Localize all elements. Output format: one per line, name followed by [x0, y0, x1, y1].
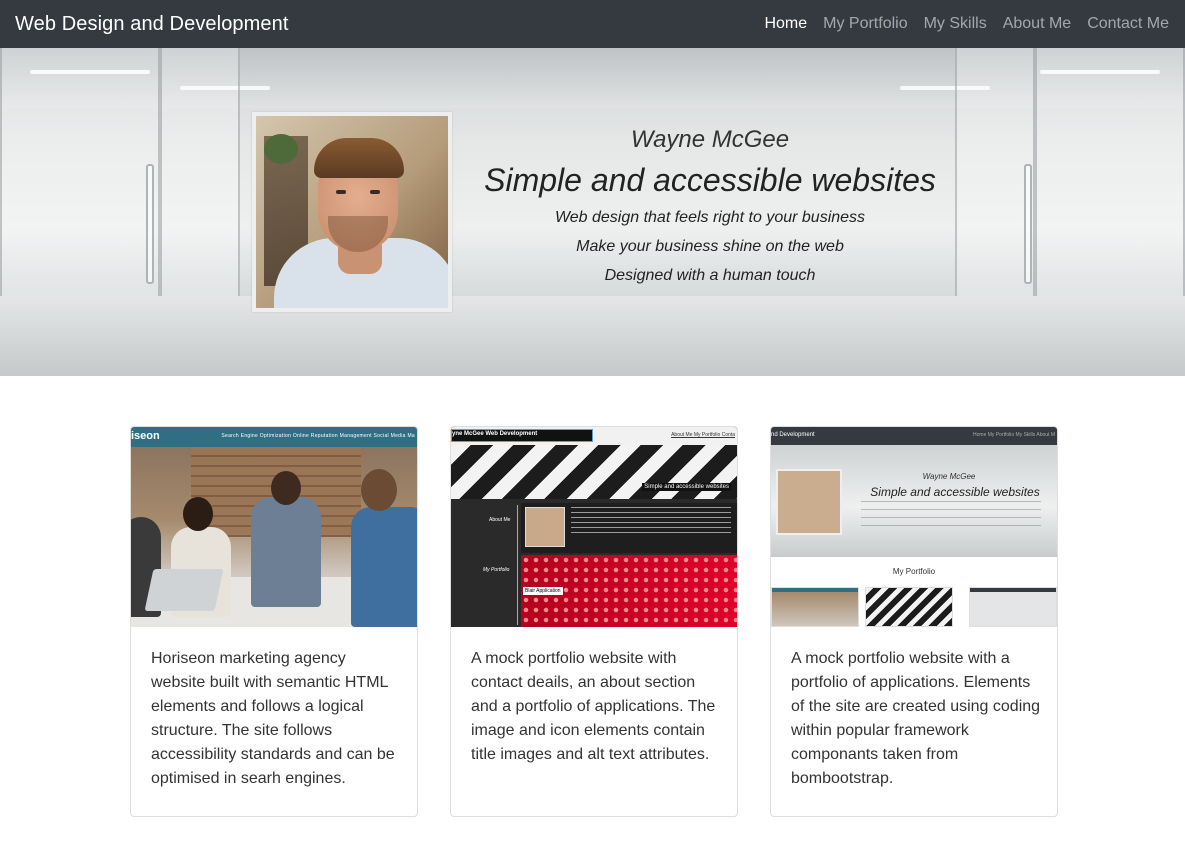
hero-name: Wayne McGee: [630, 126, 790, 153]
nav-link-home[interactable]: Home: [764, 15, 807, 33]
portfolio-card-horiseon: iseon Search Engine Optimization Online …: [130, 426, 418, 817]
hero-line: Make your business shine on the web: [576, 238, 844, 255]
portfolio-card-bootstrap-site: nd Development Home My Portfolio My Skil…: [770, 426, 1058, 817]
thumb-banner: Simple and accessible websites: [642, 483, 731, 491]
hero-floor: [0, 296, 1185, 376]
horiseon-logo-text: iseon: [131, 430, 160, 442]
hero-line: Designed with a human touch: [604, 267, 816, 284]
nav-links: Home My Portfolio My Skills About Me Con…: [748, 15, 1169, 33]
thumb-portfolio-label: My Portfolio: [483, 567, 510, 573]
door-handle: [146, 164, 154, 284]
thumb-name: Wayne McGee: [922, 472, 976, 481]
hero-tagline: Simple and accessible websites: [484, 162, 936, 198]
thumb-nav: About Me My Portfolio Conta: [671, 432, 735, 438]
nav-link-contact-me[interactable]: Contact Me: [1087, 15, 1169, 33]
card-description: A mock portfolio website with contact de…: [471, 650, 716, 763]
thumb-portfolio-title: My Portfolio: [892, 567, 936, 576]
thumb-app-label: Blair Application: [523, 587, 563, 595]
hero-banner: Wayne McGee Simple and accessible websit…: [0, 48, 1185, 376]
thumb-nav: Home My Portfolio My Skills About M: [973, 432, 1055, 438]
card-description: Horiseon marketing agency website built …: [151, 650, 395, 787]
nav-link-about-me[interactable]: About Me: [1003, 15, 1071, 33]
card-image-bootstrap-site[interactable]: nd Development Home My Portfolio My Skil…: [771, 427, 1057, 627]
horiseon-nav-text: Search Engine Optimization Online Reputa…: [221, 433, 415, 439]
nav-link-my-skills[interactable]: My Skills: [924, 15, 987, 33]
portfolio-card-mock-portfolio: yne McGee Web Development About Me My Po…: [450, 426, 738, 817]
card-description: A mock portfolio website with a portfoli…: [791, 650, 1041, 787]
thumb-tagline: Simple and accessible websites: [870, 485, 1040, 499]
thumb-title: nd Development: [771, 432, 815, 438]
door-handle: [1024, 164, 1032, 284]
card-image-horiseon[interactable]: iseon Search Engine Optimization Online …: [131, 427, 417, 627]
brand-link[interactable]: Web Design and Development: [15, 13, 289, 36]
thumb-about-label: About Me: [489, 517, 511, 523]
card-image-mock-portfolio[interactable]: yne McGee Web Development About Me My Po…: [451, 427, 737, 627]
hero-line: Web design that feels right to your busi…: [554, 209, 866, 226]
profile-photo: [252, 112, 452, 312]
thumb-title: yne McGee Web Development: [452, 431, 538, 437]
hero-text: Wayne McGee Simple and accessible websit…: [470, 126, 950, 285]
top-navbar: Web Design and Development Home My Portf…: [0, 0, 1185, 48]
nav-link-my-portfolio[interactable]: My Portfolio: [823, 15, 907, 33]
